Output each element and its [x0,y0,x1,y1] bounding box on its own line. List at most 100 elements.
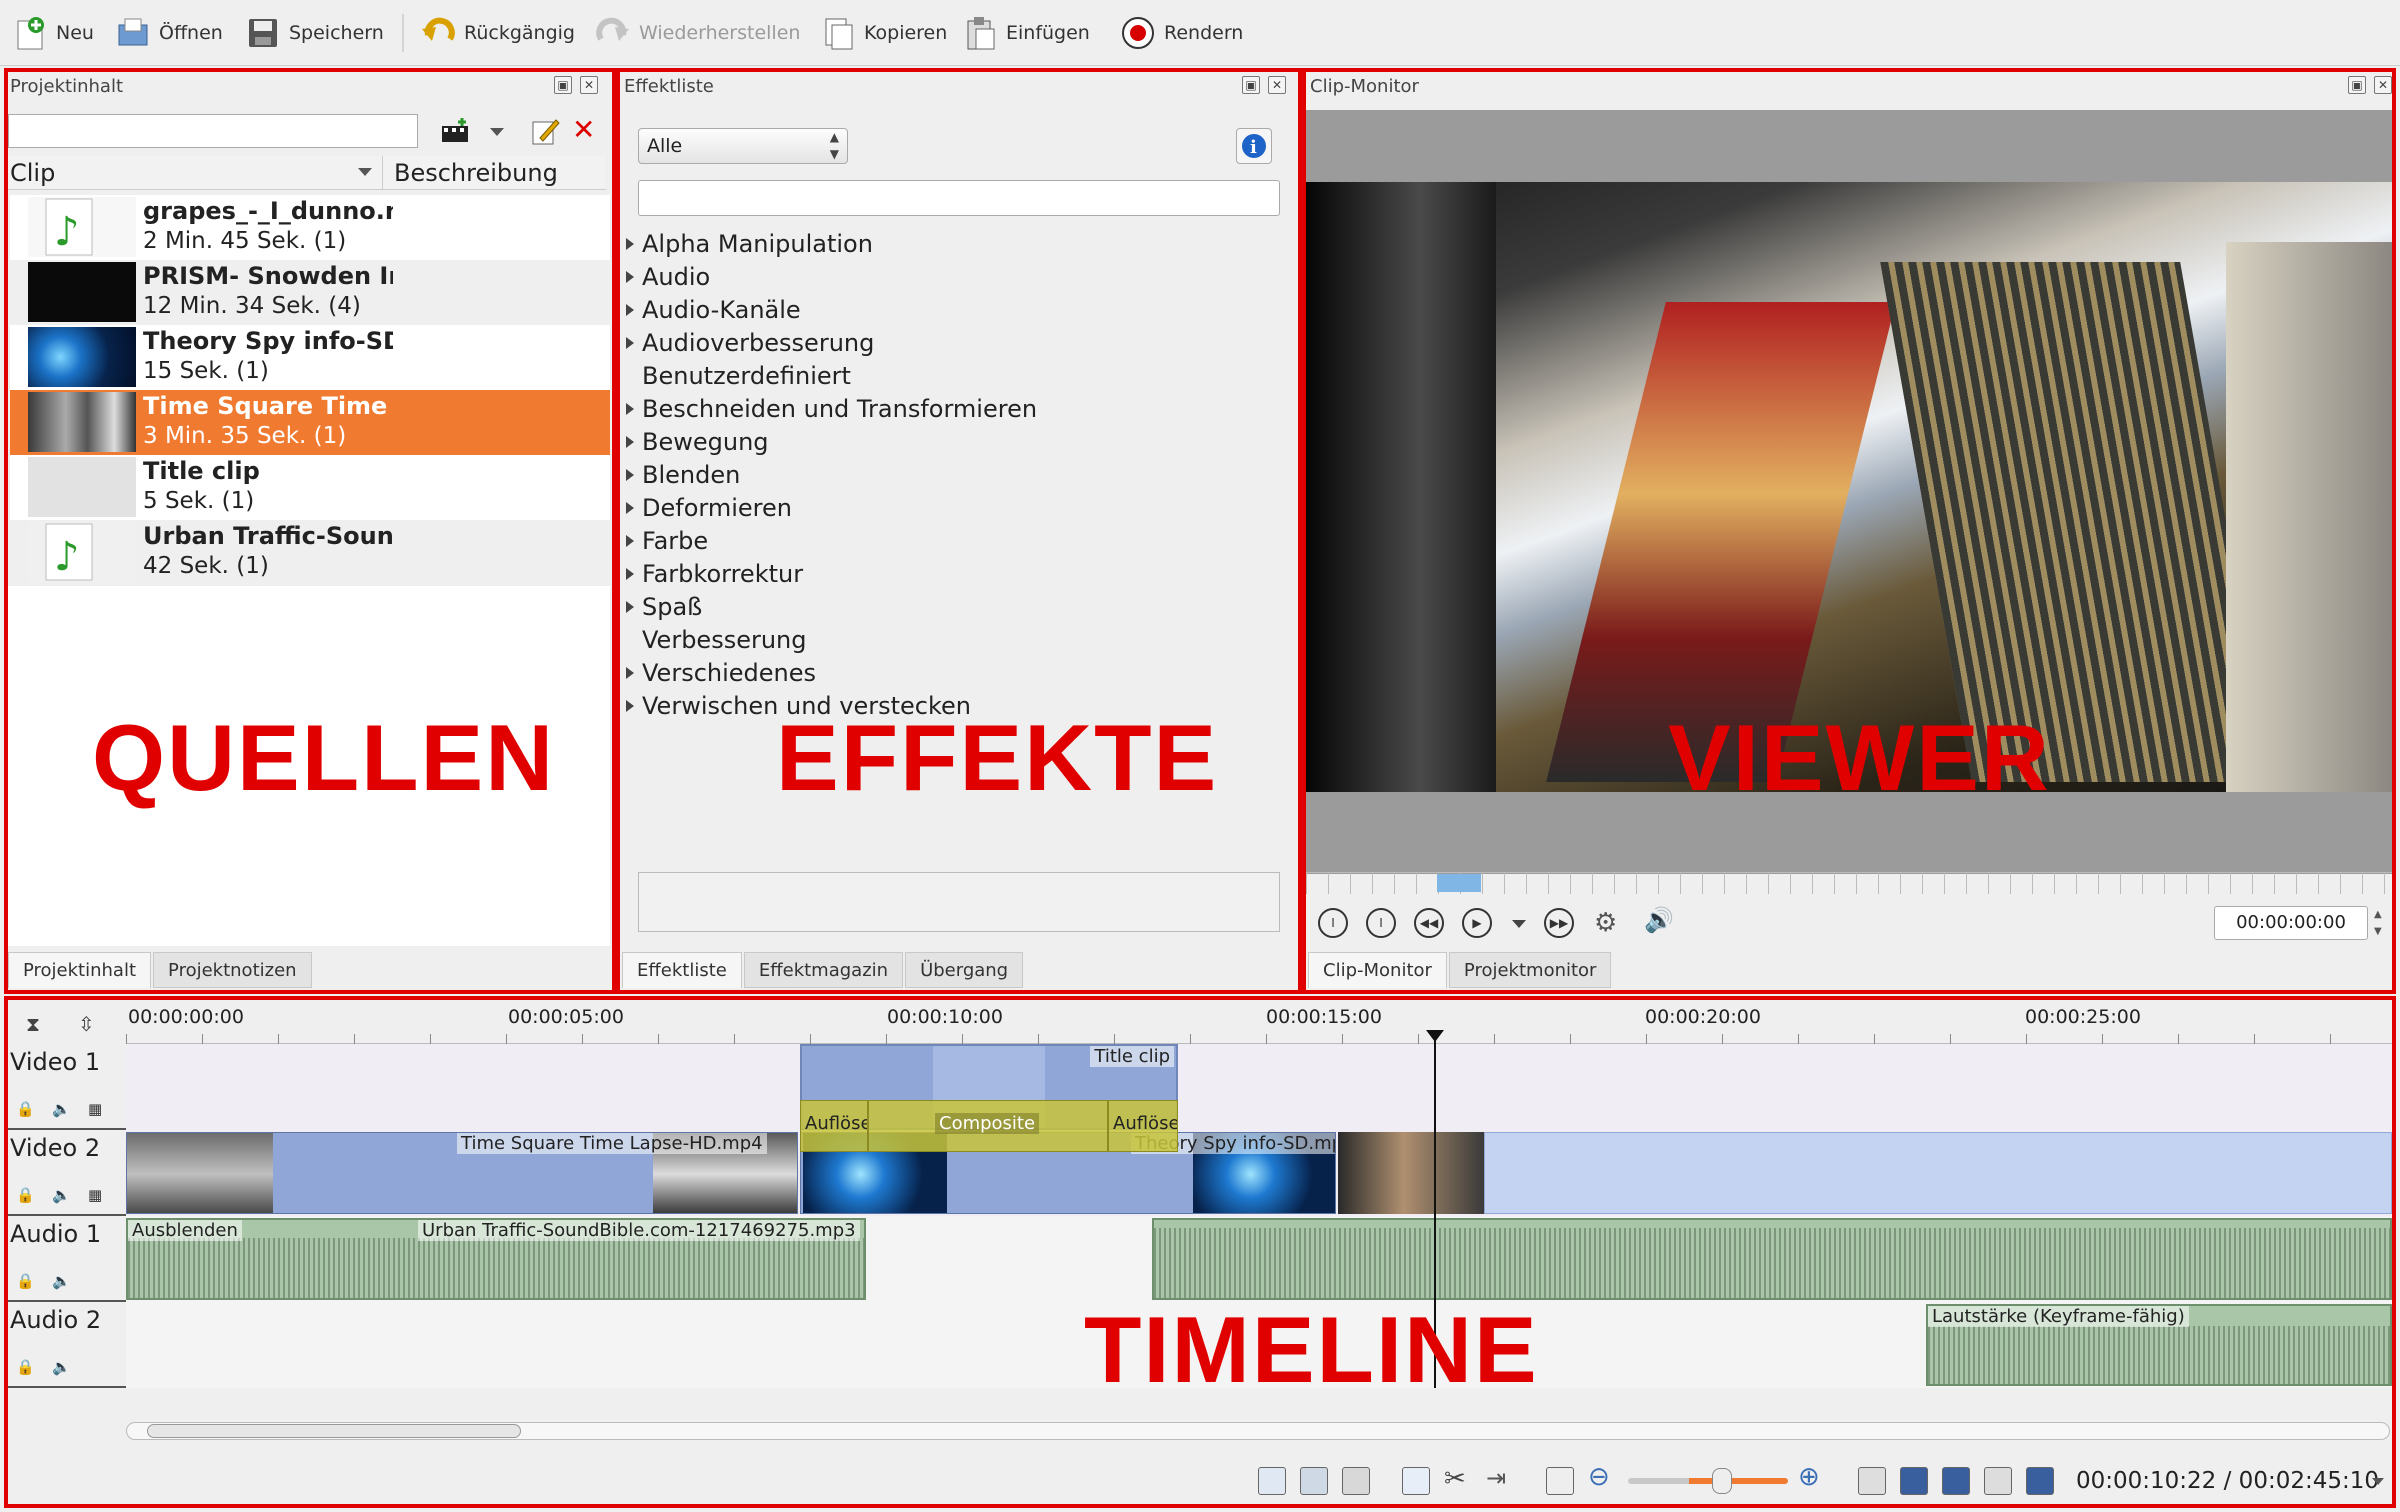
effect-category-item[interactable]: Benutzerdefiniert [642,362,851,390]
urban-traffic-audio-clip[interactable]: Ausblenden Urban Traffic-SoundBible.com-… [126,1218,866,1300]
paste-button[interactable]: Einfügen [962,12,1090,54]
effect-category-item[interactable]: Audio-Kanäle [626,296,801,324]
clip-column-header[interactable]: Clip [10,159,55,187]
rewind-icon[interactable]: ◀◀ [1414,908,1444,938]
timesquare-clip[interactable]: Time Square Time Lapse-HD.mp4 [126,1132,798,1214]
effect-category-item[interactable]: Verbesserung [642,626,806,654]
show-thumbnails-icon[interactable] [1858,1467,1886,1495]
video-preview[interactable] [1306,182,2396,792]
float-panel-icon[interactable]: ▣ [2348,76,2366,94]
effect-category-item[interactable]: Spaß [626,593,702,621]
monitor-timecode-field[interactable]: 00:00:00:00 [2214,906,2368,940]
add-clip-dropdown-icon[interactable] [490,128,504,136]
zoom-out-icon[interactable]: ⊖ [1588,1462,1610,1492]
lock-icon[interactable]: 🔒 [16,1186,35,1204]
render-button[interactable]: Rendern [1120,12,1243,54]
project-search-input[interactable] [8,114,418,148]
mute-speaker-icon[interactable]: 🔈 [52,1358,71,1376]
razor-scissors-icon[interactable]: ✂ [1444,1464,1466,1494]
set-zone-start-icon[interactable]: I [1318,908,1348,938]
mute-speaker-icon[interactable]: 🔈 [52,1186,71,1204]
tab-clip-monitor[interactable]: Clip-Monitor [1308,952,1447,988]
zoom-slider[interactable] [1628,1478,1788,1484]
clip-item[interactable]: ♪ grapes_-_I_dunno.m 2 Min. 45 Sek. (1) [10,195,610,260]
clip-item[interactable]: Title clip 5 Sek. (1) [10,455,610,520]
hide-video-icon[interactable]: ▦ [88,1100,102,1118]
snowden-clip[interactable] [1484,1132,2392,1214]
float-panel-icon[interactable]: ▣ [1242,76,1260,94]
effect-category-item[interactable]: Verschiedenes [626,659,816,687]
fit-zoom-icon[interactable]: ⧗ [26,1012,40,1036]
show-video-thumbs-icon[interactable] [1900,1467,1928,1495]
edit-clip-icon[interactable] [530,116,560,146]
close-panel-icon[interactable]: ✕ [580,76,598,94]
description-column-header[interactable]: Beschreibung [394,159,558,187]
zoom-slider-handle[interactable] [1712,1468,1732,1494]
lock-icon[interactable]: 🔒 [16,1272,35,1290]
timecode-format-dropdown-icon[interactable] [2372,1478,2384,1485]
insert-mode-icon[interactable] [1342,1467,1370,1495]
forward-icon[interactable]: ▶▶ [1544,908,1574,938]
effect-category-item[interactable]: Blenden [626,461,740,489]
play-dropdown-icon[interactable] [1512,920,1526,928]
scrubber-zone-marker[interactable] [1436,874,1481,892]
dissolve-transition[interactable]: Auflöser [800,1100,868,1152]
lock-icon[interactable]: 🔒 [16,1358,35,1376]
set-zone-end-icon[interactable]: I [1366,908,1396,938]
float-panel-icon[interactable]: ▣ [554,76,572,94]
info-button[interactable]: i [1236,128,1272,164]
effect-category-item[interactable]: Farbe [626,527,708,555]
show-markers-icon[interactable] [1984,1467,2012,1495]
clip-item[interactable]: ♪ Urban Traffic-Sound 42 Sek. (1) [10,520,610,585]
effect-category-item[interactable]: Audioverbesserung [626,329,874,357]
effect-category-item[interactable]: Farbkorrektur [626,560,803,588]
mute-speaker-icon[interactable]: 🔈 [52,1272,71,1290]
tab-project-content[interactable]: Projektinhalt [8,952,152,988]
snap-icon[interactable] [2026,1467,2054,1495]
undo-button[interactable]: Rückgängig [420,12,575,54]
close-panel-icon[interactable]: ✕ [1268,76,1286,94]
track-video-1[interactable] [126,1044,2392,1130]
effect-category-item[interactable]: Beschneiden und Transformieren [626,395,1037,423]
split-audio-icon[interactable] [1258,1467,1286,1495]
effect-category-item[interactable]: Audio [626,263,710,291]
tab-project-monitor[interactable]: Projektmonitor [1448,952,1612,988]
effect-category-item[interactable]: Bewegung [626,428,769,456]
snowden-clip-thumbnail[interactable] [1338,1132,1484,1214]
copy-button[interactable]: Kopieren [820,12,947,54]
tab-effect-list[interactable]: Effektliste [622,952,742,988]
redo-button[interactable]: Wiederherstellen [595,12,800,54]
composite-transition[interactable]: Composite [868,1100,1108,1152]
playhead-marker-icon[interactable] [1426,1030,1444,1042]
close-panel-icon[interactable]: ✕ [2374,76,2392,94]
volume-speaker-icon[interactable]: 🔊 [1644,906,1674,936]
effect-category-item[interactable]: Deformieren [626,494,792,522]
new-button[interactable]: Neu [12,12,94,54]
effect-category-select[interactable]: Alle ▲ ▼ [638,128,848,164]
clip-item-selected[interactable]: Time Square Time La 3 Min. 35 Sek. (1) [10,390,610,455]
tab-project-notes[interactable]: Projektnotizen [153,952,312,988]
tab-transition[interactable]: Übergang [905,952,1024,988]
add-clip-icon[interactable] [440,116,470,146]
timecode-spin-icon[interactable]: ▲ ▼ [2374,906,2388,940]
effect-category-item[interactable]: Alpha Manipulation [626,230,873,258]
effect-search-input[interactable] [638,180,1280,216]
volume-audio-clip[interactable]: Lautstärke (Keyframe-fähig) [1926,1304,2392,1386]
fit-timeline-icon[interactable] [1546,1467,1574,1495]
expand-tracks-icon[interactable]: ⇳ [78,1012,95,1036]
scrollbar-handle[interactable] [147,1424,521,1438]
hide-video-icon[interactable]: ▦ [88,1186,102,1204]
zoom-in-icon[interactable]: ⊕ [1798,1462,1820,1492]
sort-chevron-down-icon[interactable] [358,168,372,176]
pointer-tool-icon[interactable] [1402,1467,1430,1495]
overwrite-mode-icon[interactable] [1300,1467,1328,1495]
audio-clip[interactable] [1152,1218,2392,1300]
tab-effect-stack[interactable]: Effektmagazin [743,952,904,988]
save-button[interactable]: Speichern [245,12,384,54]
play-icon[interactable]: ▶ [1462,908,1492,938]
open-button[interactable]: Öffnen [115,12,223,54]
clip-item[interactable]: Theory Spy info-SD.r 15 Sek. (1) [10,325,610,390]
lock-icon[interactable]: 🔒 [16,1100,35,1118]
dissolve-transition[interactable]: Auflöser [1108,1100,1178,1152]
timeline-scrollbar[interactable] [126,1422,2390,1440]
